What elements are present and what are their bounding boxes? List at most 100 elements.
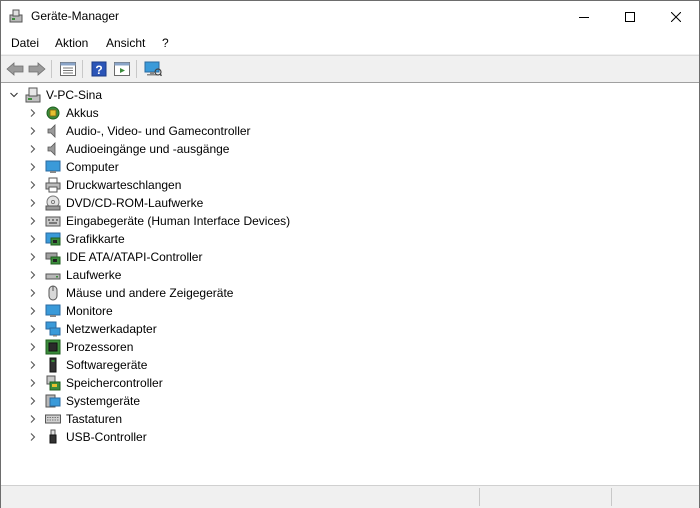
toolbar-separator bbox=[51, 60, 52, 78]
tree-item-label: Systemgeräte bbox=[66, 394, 141, 408]
scan-hardware-button[interactable] bbox=[143, 59, 163, 79]
back-button[interactable] bbox=[5, 59, 25, 79]
tree-item-label: Monitore bbox=[66, 304, 113, 318]
chevron-right-icon[interactable] bbox=[28, 324, 38, 334]
chevron-right-icon[interactable] bbox=[28, 360, 38, 370]
menu-ansicht[interactable]: Ansicht bbox=[106, 36, 145, 50]
tree-item-prozessoren[interactable]: Prozessoren bbox=[1, 338, 699, 356]
forward-button[interactable] bbox=[27, 59, 47, 79]
tree-item-grafikkarte[interactable]: Grafikkarte bbox=[1, 230, 699, 248]
tree-item-tastaturen[interactable]: Tastaturen bbox=[1, 410, 699, 428]
chevron-right-icon[interactable] bbox=[28, 108, 38, 118]
tree-item-label: Softwaregeräte bbox=[66, 358, 148, 372]
tree-item-label: Prozessoren bbox=[66, 340, 134, 354]
system-device-icon bbox=[45, 394, 61, 408]
status-divider bbox=[611, 488, 612, 506]
tree-item-akkus[interactable]: Akkus bbox=[1, 104, 699, 122]
chevron-right-icon[interactable] bbox=[28, 432, 38, 442]
toolbar-separator bbox=[136, 60, 137, 78]
tree-item-speichercontroller[interactable]: Speichercontroller bbox=[1, 374, 699, 392]
chevron-down-icon[interactable] bbox=[9, 90, 19, 100]
speaker-icon bbox=[47, 124, 56, 138]
tree-item-label: IDE ATA/ATAPI-Controller bbox=[66, 250, 203, 264]
window-title: Geräte-Manager bbox=[31, 9, 120, 23]
properties-button[interactable] bbox=[58, 59, 78, 79]
status-divider bbox=[479, 488, 480, 506]
minimize-button[interactable] bbox=[561, 1, 607, 32]
help-button[interactable]: ? bbox=[89, 59, 109, 79]
chevron-right-icon[interactable] bbox=[28, 306, 38, 316]
scan-hardware-icon bbox=[144, 61, 162, 77]
maximize-button[interactable] bbox=[607, 1, 653, 32]
chevron-right-icon[interactable] bbox=[28, 216, 38, 226]
tree-item-label: Audioeingänge und -ausgänge bbox=[66, 142, 230, 156]
tree-item-laufwerke[interactable]: Laufwerke bbox=[1, 266, 699, 284]
hid-icon bbox=[45, 216, 61, 227]
close-button[interactable] bbox=[653, 1, 699, 32]
chevron-right-icon[interactable] bbox=[28, 414, 38, 424]
menu-aktion[interactable]: Aktion bbox=[55, 36, 88, 50]
chevron-right-icon[interactable] bbox=[28, 270, 38, 280]
tree-item-label: Tastaturen bbox=[66, 412, 123, 426]
chevron-right-icon[interactable] bbox=[28, 162, 38, 172]
mouse-icon bbox=[48, 285, 58, 301]
title-bar[interactable]: Geräte-Manager bbox=[1, 1, 699, 32]
chevron-right-icon[interactable] bbox=[28, 180, 38, 190]
tree-item-label: Laufwerke bbox=[66, 268, 122, 282]
tree-item-label: USB-Controller bbox=[66, 430, 147, 444]
tree-item-label: Druckwarteschlangen bbox=[66, 178, 182, 192]
tree-item-computer[interactable]: Computer bbox=[1, 158, 699, 176]
chevron-right-icon[interactable] bbox=[28, 396, 38, 406]
chevron-right-icon[interactable] bbox=[28, 252, 38, 262]
software-device-icon bbox=[49, 357, 57, 373]
tree-root[interactable]: V-PC-Sina bbox=[1, 86, 699, 104]
properties-icon bbox=[60, 62, 76, 76]
device-manager-icon bbox=[9, 9, 23, 23]
tree-item-hid[interactable]: Eingabegeräte (Human Interface Devices) bbox=[1, 212, 699, 230]
chevron-right-icon[interactable] bbox=[28, 342, 38, 352]
chevron-right-icon[interactable] bbox=[28, 234, 38, 244]
tree-root-label: V-PC-Sina bbox=[46, 88, 103, 102]
chevron-right-icon[interactable] bbox=[28, 378, 38, 388]
tree-item-label: Computer bbox=[66, 160, 119, 174]
tree-item-dvd[interactable]: DVD/CD-ROM-Laufwerke bbox=[1, 194, 699, 212]
tree-item-maeuse[interactable]: Mäuse und andere Zeigegeräte bbox=[1, 284, 699, 302]
tree-item-label: Mäuse und andere Zeigegeräte bbox=[66, 286, 234, 300]
menu-bar: Datei Aktion Ansicht ? bbox=[1, 32, 699, 55]
tree-item-label: Audio-, Video- und Gamecontroller bbox=[66, 124, 251, 138]
help-icon: ? bbox=[91, 61, 107, 77]
chevron-right-icon[interactable] bbox=[28, 144, 38, 154]
tree-item-label: Netzwerkadapter bbox=[66, 322, 157, 336]
tree-item-netzwerkadapter[interactable]: Netzwerkadapter bbox=[1, 320, 699, 338]
chevron-right-icon[interactable] bbox=[28, 288, 38, 298]
device-manager-window: Geräte-Manager Datei Aktion Ansicht ? ? … bbox=[0, 0, 700, 508]
monitor-icon bbox=[45, 160, 61, 173]
run-button[interactable] bbox=[112, 59, 132, 79]
tree-item-systemgeraete[interactable]: Systemgeräte bbox=[1, 392, 699, 410]
tree-item-softwaregeraete[interactable]: Softwaregeräte bbox=[1, 356, 699, 374]
chevron-right-icon[interactable] bbox=[28, 198, 38, 208]
back-arrow-icon bbox=[6, 62, 24, 76]
device-tree[interactable]: V-PC-Sina Akkus Audio-, Video- und Gamec… bbox=[1, 83, 699, 481]
drive-icon bbox=[45, 273, 61, 280]
close-icon bbox=[671, 11, 681, 22]
tree-item-label: DVD/CD-ROM-Laufwerke bbox=[66, 196, 204, 210]
toolbar: ? bbox=[1, 55, 699, 83]
computer-tower-icon bbox=[25, 87, 41, 103]
network-icon bbox=[45, 321, 61, 337]
chevron-right-icon[interactable] bbox=[28, 126, 38, 136]
tree-item-ide[interactable]: IDE ATA/ATAPI-Controller bbox=[1, 248, 699, 266]
forward-arrow-icon bbox=[28, 62, 46, 76]
tree-item-label: Eingabegeräte (Human Interface Devices) bbox=[66, 214, 291, 228]
tree-item-druckwarteschlangen[interactable]: Druckwarteschlangen bbox=[1, 176, 699, 194]
tree-item-audio-video[interactable]: Audio-, Video- und Gamecontroller bbox=[1, 122, 699, 140]
menu-help[interactable]: ? bbox=[162, 36, 169, 50]
tree-item-usb[interactable]: USB-Controller bbox=[1, 428, 699, 446]
tree-item-audio-io[interactable]: Audioeingänge und -ausgänge bbox=[1, 140, 699, 158]
toolbar-separator bbox=[82, 60, 83, 78]
tree-item-monitore[interactable]: Monitore bbox=[1, 302, 699, 320]
menu-datei[interactable]: Datei bbox=[11, 36, 39, 50]
monitor-icon bbox=[45, 304, 61, 317]
tree-item-label: Grafikkarte bbox=[66, 232, 125, 246]
svg-text:?: ? bbox=[95, 63, 102, 77]
